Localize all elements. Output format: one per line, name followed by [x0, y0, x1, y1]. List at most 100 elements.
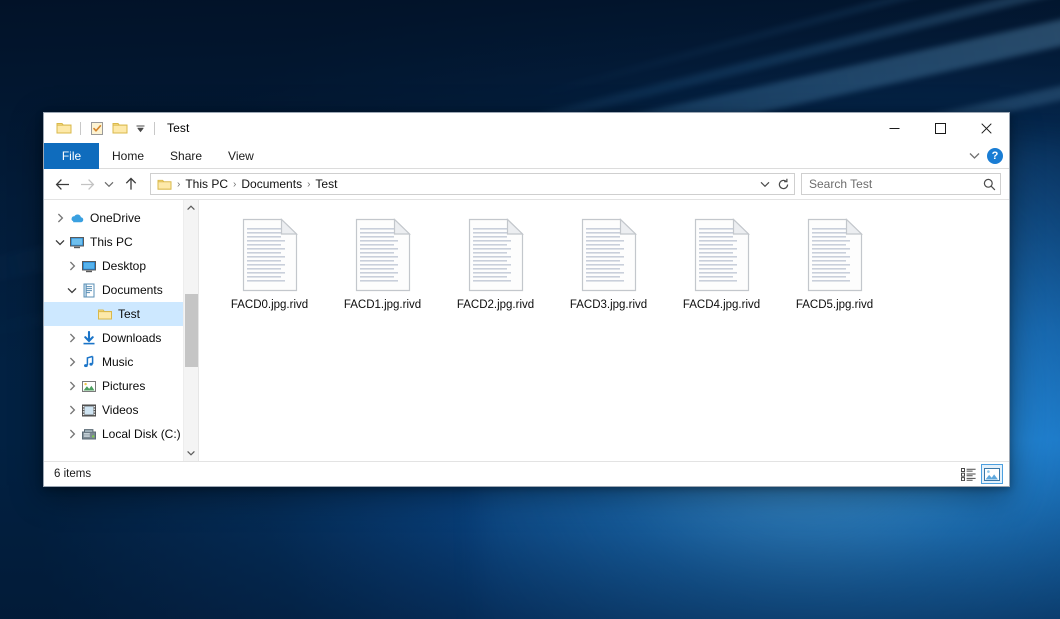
sidebar-item-label: Pictures [102, 379, 145, 393]
file-list-view[interactable]: FACD0.jpg.rivd FACD1.jpg.rivd FACD2.jpg.ri… [199, 200, 1009, 461]
breadcrumb-item-this-pc[interactable]: This PC [181, 177, 232, 191]
sidebar-item-desktop[interactable]: Desktop [44, 254, 198, 278]
file-grid: FACD0.jpg.rivd FACD1.jpg.rivd FACD2.jpg.ri… [213, 214, 1009, 334]
sidebar-item-music[interactable]: Music [44, 350, 198, 374]
help-icon[interactable]: ? [987, 148, 1003, 164]
sidebar-item-this-pc[interactable]: This PC [44, 230, 198, 254]
file-name-label: FACD0.jpg.rivd [231, 299, 308, 311]
sidebar-item-videos[interactable]: Videos [44, 398, 198, 422]
navigation-pane: OneDrive This PC Desktop Documents Test Downl… [44, 200, 199, 461]
title-bar[interactable]: Test [44, 113, 1009, 143]
chevron-down-icon[interactable] [64, 287, 80, 294]
sidebar-item-test[interactable]: Test [44, 302, 198, 326]
sidebar-item-label: Music [102, 355, 133, 369]
breadcrumb: › This PC › Documents › Test [176, 177, 756, 191]
sidebar-item-downloads[interactable]: Downloads [44, 326, 198, 350]
file-name-label: FACD3.jpg.rivd [570, 299, 647, 311]
search-input[interactable] [809, 177, 983, 191]
chevron-right-icon[interactable] [64, 357, 80, 367]
ribbon-actions: ? [969, 143, 1003, 169]
properties-icon[interactable] [87, 118, 107, 138]
refresh-icon[interactable] [774, 174, 792, 194]
address-folder-icon [156, 178, 176, 191]
chevron-down-icon[interactable] [133, 118, 148, 138]
toolbar-divider [154, 122, 155, 135]
file-item[interactable]: FACD4.jpg.rivd [665, 214, 778, 334]
search-icon[interactable] [983, 178, 996, 191]
quick-access-toolbar [44, 113, 158, 143]
view-mode-toggles [957, 464, 1003, 484]
sidebar-item-label: This PC [90, 235, 133, 249]
chevron-right-icon[interactable] [64, 429, 80, 439]
new-folder-icon[interactable] [110, 118, 130, 138]
file-explorer-window: Test File Home Share View [43, 112, 1010, 487]
chevron-down-icon[interactable] [756, 174, 774, 194]
recent-locations-button[interactable] [100, 172, 118, 196]
tab-share[interactable]: Share [157, 143, 215, 169]
large-icons-view-button[interactable] [981, 464, 1003, 484]
desktop-background: Test File Home Share View [0, 0, 1060, 619]
breadcrumb-item-test[interactable]: Test [311, 177, 341, 191]
desktop-icon [80, 259, 98, 274]
item-count-label: 6 items [54, 468, 91, 480]
address-bar-actions [756, 174, 792, 194]
scrollbar-thumb[interactable] [185, 294, 198, 367]
chevron-right-icon[interactable] [52, 213, 68, 223]
window-body: OneDrive This PC Desktop Documents Test Downl… [44, 199, 1009, 461]
generic-document-icon [354, 218, 412, 292]
file-item[interactable]: FACD2.jpg.rivd [439, 214, 552, 334]
sidebar-item-documents[interactable]: Documents [44, 278, 198, 302]
maximize-button[interactable] [917, 113, 963, 143]
folder-icon[interactable] [54, 118, 74, 138]
tab-view[interactable]: View [215, 143, 267, 169]
sidebar-item-label: Videos [102, 403, 138, 417]
scroll-down-icon[interactable] [184, 445, 199, 461]
toolbar-divider [80, 122, 81, 135]
breadcrumb-item-documents[interactable]: Documents [237, 177, 306, 191]
sidebar-item-label: Documents [102, 283, 163, 297]
generic-document-icon [693, 218, 751, 292]
close-button[interactable] [963, 113, 1009, 143]
chevron-right-icon[interactable] [64, 261, 80, 271]
sidebar-item-label: Downloads [102, 331, 161, 345]
ribbon-tab-bar: File Home Share View ? [44, 143, 1009, 169]
file-item[interactable]: FACD3.jpg.rivd [552, 214, 665, 334]
chevron-right-icon[interactable] [64, 333, 80, 343]
file-name-label: FACD4.jpg.rivd [683, 299, 760, 311]
chevron-right-icon[interactable] [64, 405, 80, 415]
chevron-down-icon[interactable] [969, 149, 980, 163]
sidebar-item-local-disk-c[interactable]: Local Disk (C:) [44, 422, 198, 446]
generic-document-icon [467, 218, 525, 292]
disk-icon [80, 427, 98, 442]
file-item[interactable]: FACD1.jpg.rivd [326, 214, 439, 334]
file-item[interactable]: FACD5.jpg.rivd [778, 214, 891, 334]
chevron-right-icon[interactable] [64, 381, 80, 391]
chevron-down-icon[interactable] [52, 239, 68, 246]
file-name-label: FACD5.jpg.rivd [796, 299, 873, 311]
scroll-up-icon[interactable] [184, 200, 199, 216]
sidebar-item-onedrive[interactable]: OneDrive [44, 206, 198, 230]
folder-icon [96, 307, 114, 322]
minimize-button[interactable] [871, 113, 917, 143]
file-name-label: FACD2.jpg.rivd [457, 299, 534, 311]
sidebar-item-pictures[interactable]: Pictures [44, 374, 198, 398]
tab-file[interactable]: File [44, 143, 99, 169]
details-view-button[interactable] [957, 464, 979, 484]
documents-icon [80, 283, 98, 298]
generic-document-icon [241, 218, 299, 292]
address-bar[interactable]: › This PC › Documents › Test [150, 173, 795, 195]
up-button[interactable] [119, 172, 143, 196]
forward-button[interactable] [75, 172, 99, 196]
navigation-scrollbar[interactable] [183, 200, 198, 461]
pictures-icon [80, 379, 98, 394]
file-item[interactable]: FACD0.jpg.rivd [213, 214, 326, 334]
search-box[interactable] [801, 173, 1001, 195]
status-bar: 6 items [44, 461, 1009, 486]
download-icon [80, 331, 98, 346]
generic-document-icon [806, 218, 864, 292]
monitor-icon [68, 235, 86, 250]
window-title: Test [167, 121, 189, 135]
tab-home[interactable]: Home [99, 143, 157, 169]
scrollbar-track[interactable] [184, 216, 199, 445]
back-button[interactable] [50, 172, 74, 196]
